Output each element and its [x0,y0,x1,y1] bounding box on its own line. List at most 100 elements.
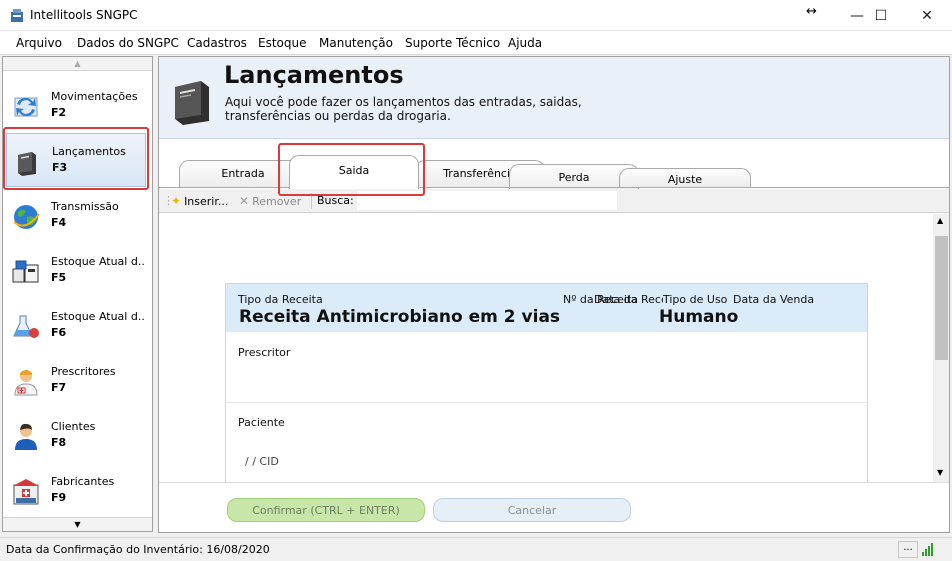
sidebar-scroll-up-button[interactable]: ▲ [3,57,152,71]
sidebar-item-shortcut: F5 [51,271,67,284]
tab-baseline [159,187,949,188]
tab-ajuste[interactable]: Ajuste [619,168,751,188]
doctor-icon [14,370,38,396]
maximize-icon: ☐ [874,7,888,24]
sidebar-item-lancamentos[interactable]: Lançamentos F3 [6,133,146,187]
tab-label: Entrada [221,167,265,180]
paciente-label: Paciente [238,416,285,429]
sidebar-item-label: Prescritores [51,365,116,378]
maximize-button[interactable]: ☐ [858,0,904,31]
sidebar-item-label: Estoque Atual d... [51,255,146,268]
search-input[interactable] [357,191,617,210]
remove-icon: ✕ [239,194,250,208]
sidebar-item-estoque-atual-2[interactable]: Estoque Atual d... F6 [3,299,152,353]
cancel-button[interactable]: Cancelar [433,498,631,522]
sidebar-item-prescritores[interactable]: Prescritores F7 [3,354,152,408]
sidebar-item-shortcut: F2 [51,106,67,119]
sidebar-item-shortcut: F6 [51,326,67,339]
page-header: Lançamentos Aqui você pode fazer os lanç… [159,57,949,139]
action-bar: Confirmar (CTRL + ENTER) Cancelar [159,482,949,532]
page-title: Lançamentos [224,61,404,89]
sidebar-item-label: Fabricantes [51,475,115,488]
scrollbar-thumb[interactable] [935,236,948,360]
receita-card-header: Tipo da Receita Receita Antimicrobiano e… [226,284,867,332]
resize-icon[interactable]: ↔ [806,4,817,19]
receita-card: Tipo da Receita Receita Antimicrobiano e… [225,283,868,482]
sidebar-item-shortcut: F3 [52,161,68,174]
sidebar-item-estoque-atual-1[interactable]: Estoque Atual d... F5 [3,244,152,298]
sidebar-item-label: Clientes [51,420,96,433]
sidebar-scroll-down-button[interactable]: ▼ [3,517,152,531]
close-button[interactable]: ✕ [904,0,950,31]
chevron-up-icon: ▲ [74,59,81,68]
sync-arrows-icon [14,97,38,117]
tipo-receita-label: Tipo da Receita [238,293,323,306]
menu-suporte-tecnico[interactable]: Suporte Técnico [405,36,500,50]
chevron-down-icon: ▼ [74,520,81,529]
main-panel: Lançamentos Aqui você pode fazer os lanç… [158,56,950,533]
pharmacy-icon [13,479,39,505]
sidebar-item-movimentacoes[interactable]: Movimentações F2 [3,79,152,133]
row-divider [226,402,867,403]
tipo-uso-value[interactable]: Humano [659,307,738,327]
insert-label: Inserir... [184,194,229,208]
chevron-up-icon[interactable]: ▲ [937,216,943,225]
sparkle-icon: ✦ [171,194,182,208]
sidebar-item-shortcut: F9 [51,491,67,504]
sidebar-item-label: Lançamentos [52,145,126,158]
menu-estoque[interactable]: Estoque [258,36,307,50]
sidebar-item-shortcut: F4 [51,216,67,229]
lab-flask-icon [13,315,39,338]
status-more-button[interactable]: ... [898,541,918,558]
cid-field[interactable]: / / CID [245,455,279,468]
toolbar-separator [311,193,312,209]
person-icon [15,423,37,450]
content-area: Tipo da Receita Receita Antimicrobiano e… [159,214,933,482]
chevron-down-icon[interactable]: ▼ [937,468,943,477]
menu-manutencao[interactable]: Manutenção [319,36,393,50]
tab-entrada[interactable]: Entrada [179,160,307,188]
tab-label: Transferência [443,167,517,180]
sidebar-item-label: Estoque Atual d... [51,310,146,323]
close-icon: ✕ [921,7,933,24]
menu-arquivo[interactable]: Arquivo [16,36,62,50]
data-venda-label: Data da Venda [733,293,815,306]
sidebar-item-label: Movimentações [51,90,138,103]
remove-button[interactable]: ✕ Remover [239,194,301,208]
remove-label: Remover [252,194,302,208]
book-icon [18,152,36,176]
page-description: Aqui você pode fazer os lançamentos das … [225,95,582,123]
tab-label: Ajuste [667,173,703,186]
menu-ajuda[interactable]: Ajuda [508,36,542,50]
globe-icon [13,205,40,229]
signal-strength-icon [922,543,933,556]
tipo-receita-value[interactable]: Receita Antimicrobiano em 2 vias [239,307,560,327]
sidebar-item-fabricantes[interactable]: Fabricantes F9 [3,464,152,518]
boxes-icon [12,260,39,283]
sidebar-item-transmissao[interactable]: Transmissão F4 [3,189,152,243]
window-title: Intellitools SNGPC [30,8,138,22]
menu-bar: Arquivo Dados do SNGPC Cadastros Estoque… [0,31,952,55]
status-bar: Data da Confirmação do Inventário: 16/08… [0,537,952,561]
tab-label: Perda [558,171,590,184]
vertical-scrollbar[interactable]: ▲ ▼ [933,214,949,482]
book-icon [175,81,209,125]
app-icon [11,9,23,22]
sidebar-item-shortcut: F8 [51,436,67,449]
sidebar-item-label: Transmissão [51,200,119,213]
menu-cadastros[interactable]: Cadastros [187,36,247,50]
menu-dados-sngpc[interactable]: Dados do SNGPC [77,36,179,50]
sidebar-item-clientes[interactable]: Clientes F8 [3,409,152,463]
sidebar-item-shortcut: F7 [51,381,67,394]
confirm-button[interactable]: Confirmar (CTRL + ENTER) [227,498,425,522]
search-label: Busca: [317,194,354,207]
status-text: Data da Confirmação do Inventário: 16/08… [6,543,270,556]
tab-saida[interactable]: Saida [289,155,419,189]
toolbar: ⋮ ✦ Inserir... ✕ Remover Busca: [159,189,949,213]
tab-label: Saida [338,164,370,177]
insert-button[interactable]: ✦ Inserir... [171,194,228,208]
title-bar: Intellitools SNGPC ↔ — ☐ ✕ [0,0,952,31]
sidebar: ▲ Movimentações F2 Lançamentos F3 Transm… [2,56,153,532]
prescritor-label: Prescritor [238,346,291,359]
tipo-uso-label: Tipo de Uso [663,293,728,306]
